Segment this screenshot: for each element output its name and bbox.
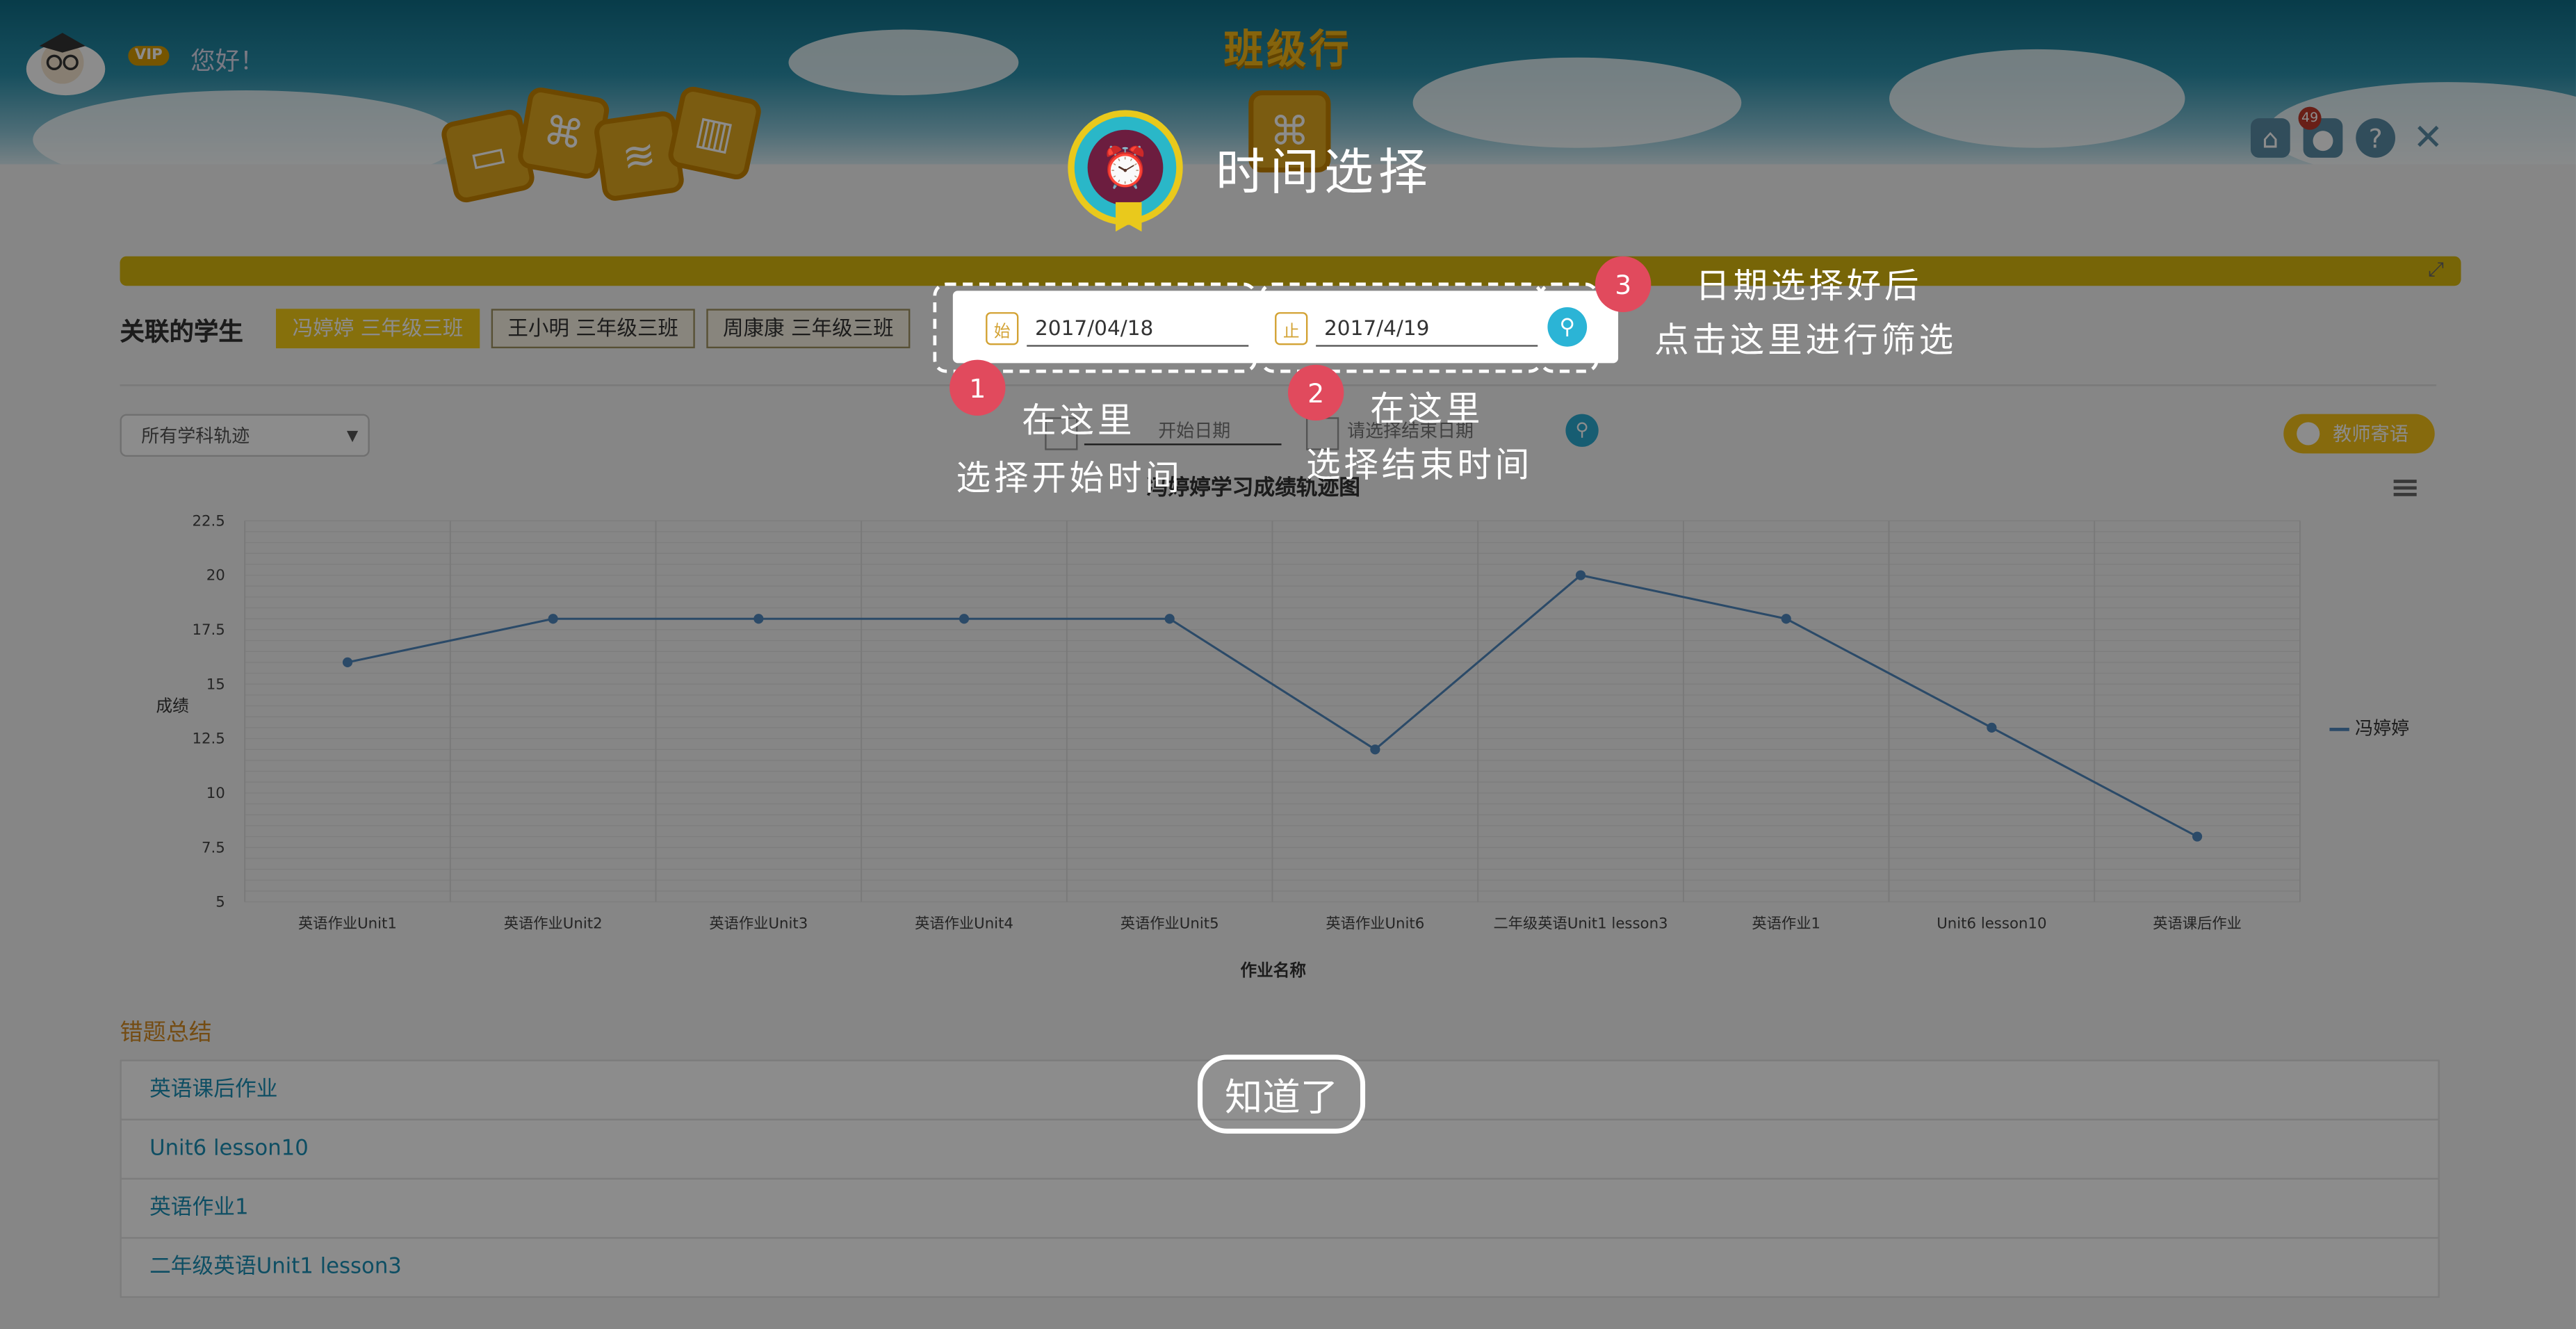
alarm-clock-badge-icon: ⏰ — [1068, 110, 1183, 232]
step-2-line-2: 选择结束时间 — [1305, 445, 1533, 485]
step-3-line-2: 点击这里进行筛选 — [1654, 320, 1957, 360]
step-2-marker: 2 — [1287, 364, 1344, 421]
step-3-line-1: 日期选择好后 — [1695, 266, 1923, 306]
end-date-highlight — [1260, 282, 1543, 373]
step-1-marker: 1 — [949, 359, 1006, 416]
step-1-line-2: 选择开始时间 — [956, 458, 1183, 498]
app-stage: VIP 您好！ 班级行 ▭ ⌘ ≋ ▥ ⌘ ⌂ ● 49 ? ✕ ⤢ 关联的学生… — [0, 0, 2576, 1329]
step-2-line-1: 在这里 — [1370, 389, 1484, 429]
got-it-button[interactable]: 知道了 — [1197, 1054, 1366, 1134]
search-highlight — [1539, 282, 1599, 373]
start-date-highlight — [933, 282, 1257, 373]
step-3-marker: 3 — [1595, 256, 1652, 313]
guide-title: 时间选择 — [1215, 144, 1433, 202]
alarm-clock-icon: ⏰ — [1087, 129, 1164, 206]
step-1-line-1: 在这里 — [1022, 400, 1136, 441]
